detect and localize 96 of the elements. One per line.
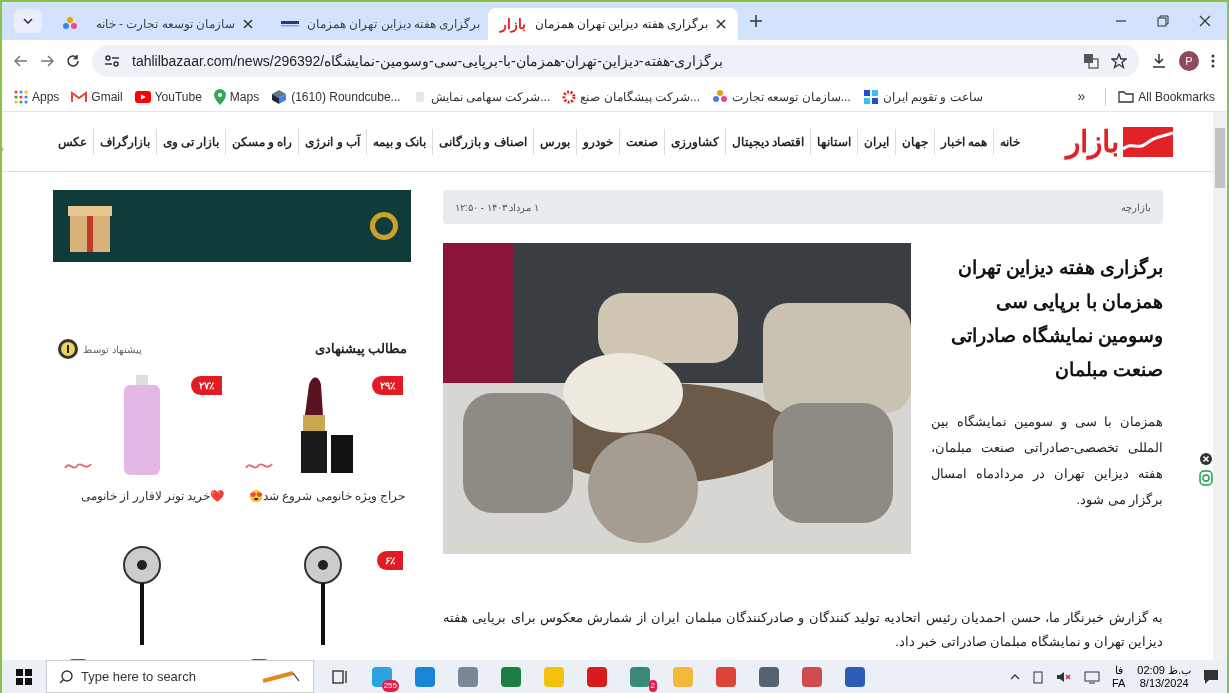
bookmark-link[interactable]: شرکت سهامی نمایش... (412, 87, 551, 106)
clock-time: 02:09 ب.ظ (1137, 663, 1191, 677)
nav-link[interactable]: بازار تی وی (156, 128, 227, 155)
download-icon[interactable] (1151, 53, 1167, 69)
close-icon[interactable] (1199, 452, 1213, 466)
more-bookmarks-button[interactable]: » (1069, 86, 1094, 107)
bookmark-link[interactable]: Apps (14, 87, 60, 106)
task-view-icon[interactable] (332, 668, 350, 685)
site-logo[interactable]: بازار (1066, 124, 1173, 159)
search-placeholder: Type here to search (81, 667, 197, 686)
nav-link[interactable]: همه اخبار (934, 128, 994, 155)
nav-link[interactable]: جهان (895, 128, 935, 155)
notification-badge: 2 (648, 679, 657, 692)
nav-link[interactable]: کشاورزی (664, 128, 726, 155)
discount-badge: ۲۷٪ (191, 376, 222, 395)
nav-link[interactable]: اقتصاد دیجیتال (725, 128, 811, 155)
nav-link[interactable]: خانه (994, 128, 1026, 155)
all-bookmarks-link[interactable]: All Bookmarks (1105, 87, 1215, 106)
more-vertical-icon[interactable] (1211, 54, 1215, 68)
recommended-link[interactable]: ❤خرید تونر لافارر از خانومی (53, 488, 230, 506)
discount-badge: ۶٪ (377, 551, 403, 571)
tab-title: برگزاری هفته دیزاین تهران همزمان (307, 16, 481, 33)
colorful-logo-icon (712, 88, 728, 105)
close-icon[interactable] (716, 19, 726, 29)
tab-title: سازمان توسعه تجارت - خانه (94, 16, 235, 33)
map-pin-icon (213, 88, 226, 105)
site-settings-icon[interactable] (104, 54, 120, 68)
tile-logo-icon (862, 88, 879, 105)
nav-link[interactable]: ایران (857, 128, 896, 155)
browser-tab[interactable]: سازمان توسعه تجارت - خانه (50, 8, 265, 40)
recommended-heading: مطالب پیشنهادی (314, 340, 407, 359)
close-icon[interactable] (243, 19, 253, 29)
speaker-muted-icon[interactable] (1055, 669, 1072, 684)
chevron-up-icon[interactable] (1009, 673, 1020, 680)
cube-icon (271, 88, 288, 105)
tab-logo: بازار (500, 14, 526, 35)
clock-date: 8/13/2024 (1139, 676, 1189, 690)
browser-tab[interactable]: بازار برگزاری هفته دیزاین تهران همزمان (488, 8, 738, 40)
windows-start-icon[interactable] (16, 668, 32, 685)
address-bar[interactable]: tahlilbazaar.com/news/296392/برگزاری-هفته-دیزاین-تهران-همزمان-با-برپایی-سی-وسومین-نمایشگاه (92, 45, 1139, 77)
bookmark-link[interactable]: شرکت پیشگامان صنع... (562, 87, 700, 106)
search-icon (59, 669, 73, 684)
flower-icon (562, 89, 577, 104)
section-link[interactable]: بازارچه (1121, 199, 1151, 215)
play-icon (134, 90, 151, 103)
reload-icon[interactable] (66, 54, 80, 68)
bookmark-link[interactable]: Maps (213, 87, 260, 106)
tab-title: برگزاری هفته دیزاین تهران همزمان (534, 16, 708, 33)
provider-badge-icon (57, 338, 79, 360)
nav-link[interactable]: اصناف و بازرگانی (433, 128, 534, 155)
back-arrow-icon[interactable] (14, 55, 28, 67)
nav-link[interactable]: خودرو (576, 128, 620, 155)
publish-date: ۱ مرداد ۱۴۰۳ - ۱۲:۵۰ (455, 200, 540, 215)
nav-link[interactable]: بانک و بیمه (366, 128, 434, 155)
star-icon[interactable] (1111, 53, 1127, 69)
wave-logo-icon (1123, 124, 1173, 159)
nav-link[interactable]: آب و انرژی (299, 128, 367, 155)
coin-logo-icon (369, 211, 399, 241)
forward-arrow-icon[interactable] (40, 55, 54, 67)
nav-link[interactable]: صنعت (619, 128, 665, 155)
colorful-logo-icon (62, 16, 78, 32)
taskbar-search[interactable]: Type here to search (46, 660, 314, 693)
bookmark-link[interactable]: ساعت و تقویم ایران (862, 87, 983, 106)
translate-icon[interactable] (1083, 53, 1099, 69)
nav-link[interactable]: راه و مسکن (226, 128, 300, 155)
network-icon[interactable] (1083, 669, 1100, 684)
plus-icon[interactable] (750, 15, 762, 27)
mail-m-icon (71, 90, 88, 103)
bookmark-link[interactable]: سازمان توسعه تجارت... (712, 87, 851, 106)
url-text: tahlilbazaar.com/news/296392/برگزاری-هفته-دیزاین-تهران-همزمان-با-برپایی-سی-وسومین-نمایشگاه (132, 51, 725, 72)
scrollbar[interactable] (1213, 112, 1227, 660)
browser-tab[interactable]: برگزاری هفته دیزاین تهران همزمان (269, 8, 484, 40)
recommended-link[interactable]: حراج ویژه خانومی شروع شد😍 (234, 488, 411, 506)
notifications-icon[interactable] (1203, 668, 1219, 685)
chevron-down-icon (23, 18, 33, 24)
article-body: به گزارش خبرنگار ما، حسن احمدیان رئیس اتحادیه تولید کنندگان و صادرکنندگان مبلمان ایران از شمارش معکوس برای برپایی هفته دیزاین تهران و نمایشگاه مبلمان صادراتی خبر داد. (443, 609, 1163, 652)
apps-grid-icon[interactable] (14, 89, 28, 104)
close-icon[interactable] (1199, 15, 1211, 27)
provider-label: پیشنهاد توسط (83, 342, 142, 357)
ad-banner[interactable] (53, 190, 411, 262)
bookmark-link[interactable]: YouTube (134, 87, 202, 106)
restore-icon[interactable] (1157, 15, 1169, 27)
bookmark-link[interactable]: (1610) Roundcube... (271, 87, 401, 106)
profile-avatar[interactable]: P (1179, 51, 1199, 71)
article-lead: همزمان با سی و سومین نمایشگاه بین المللی تخصصی-صادراتی صنعت مبلمان، هفته دیزاین تهران در مردادماه امسال برگزار می شود. (931, 413, 1163, 510)
tab-list-button[interactable] (14, 9, 42, 33)
discount-badge: ۲۹٪ (372, 376, 403, 395)
language-code: FA (1111, 676, 1126, 690)
bookmark-link[interactable]: Gmail (71, 87, 123, 106)
article-title: برگزاری هفته دیزاین تهران همزمان با برپایی سی وسومین نمایشگاه صادراتی صنعت مبلمان (950, 255, 1163, 382)
nav-link[interactable]: بورس (533, 128, 577, 155)
language-script: فا (1114, 663, 1123, 677)
nav-link[interactable]: بازارگراف (93, 128, 157, 155)
nav-link[interactable]: استانها (810, 128, 858, 155)
nav-link[interactable]: عکس (51, 128, 94, 155)
striped-logo-icon (281, 19, 299, 29)
